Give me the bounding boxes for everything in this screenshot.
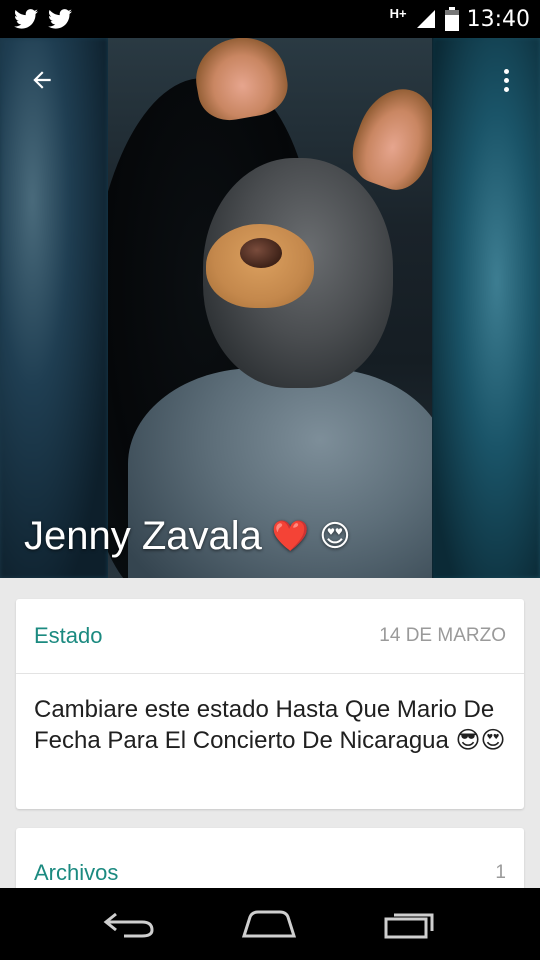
files-count: 1	[495, 862, 506, 883]
twitter-icon	[48, 9, 72, 29]
status-date: 14 DE MARZO	[379, 625, 506, 646]
status-card: Estado 14 DE MARZO Cambiare este estado …	[16, 599, 524, 809]
files-title: Archivos	[34, 860, 119, 885]
profile-name-text: Jenny Zavala	[24, 514, 262, 558]
battery-icon	[444, 7, 459, 31]
files-row[interactable]: Archivos 1	[16, 828, 524, 888]
home-nav-icon[interactable]	[240, 909, 298, 939]
profile-content: Estado 14 DE MARZO Cambiare este estado …	[0, 578, 540, 888]
navigation-bar	[0, 888, 540, 960]
profile-photo[interactable]	[108, 38, 432, 578]
heart-eyes-emoji-icon: 😍	[319, 519, 351, 553]
twitter-icon	[14, 9, 38, 29]
files-card[interactable]: Archivos 1	[16, 828, 524, 888]
status-text[interactable]: Cambiare este estado Hasta Que Mario De …	[16, 674, 524, 776]
dog-filter-nose-icon	[206, 224, 314, 308]
status-card-header: Estado 14 DE MARZO	[16, 599, 524, 674]
recents-nav-icon[interactable]	[382, 909, 438, 939]
profile-name: Jenny Zavala ❤️ 😍	[24, 514, 351, 559]
photo-blur-left	[0, 38, 108, 578]
back-button[interactable]	[22, 60, 62, 100]
photo-blur-right	[432, 38, 540, 578]
status-time: 13:40	[466, 6, 530, 32]
arrow-back-icon	[33, 71, 51, 89]
signal-icon	[416, 10, 435, 28]
profile-header: Jenny Zavala ❤️ 😍	[0, 38, 540, 578]
status-title: Estado	[34, 623, 103, 648]
more-vert-icon	[503, 68, 509, 92]
back-nav-icon[interactable]	[102, 910, 156, 938]
more-options-button[interactable]	[486, 60, 526, 100]
status-bar: H+ 13:40	[0, 0, 540, 38]
network-type-label: H+	[389, 5, 407, 21]
heart-emoji-icon: ❤️	[271, 519, 310, 553]
